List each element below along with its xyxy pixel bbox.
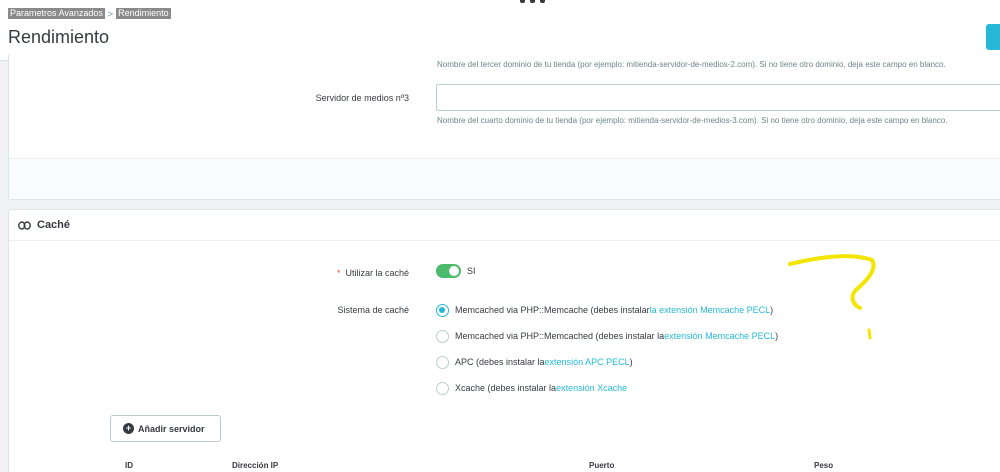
media-server-4-label: Servidor de medios nº3 [315, 93, 409, 103]
add-server-button[interactable]: + Añadir servidor [110, 415, 221, 442]
memcache-pecl-link[interactable]: la extensión Memcache PECL [650, 305, 771, 315]
breadcrumb-separator: > [107, 8, 114, 19]
use-cache-toggle[interactable] [436, 264, 461, 278]
required-marker: * [336, 268, 341, 278]
cache-option-memcached-radio[interactable] [436, 330, 449, 343]
cache-option-memcache: Memcached via PHP::Memcache (debes insta… [455, 305, 774, 315]
breadcrumb-parent-link[interactable]: Parametros Avanzados [8, 8, 105, 19]
use-cache-toggle-value: SI [467, 266, 476, 276]
media-server-4-input[interactable] [436, 84, 1000, 111]
plus-circle-icon: + [123, 423, 134, 434]
media-server-3-help: Nombre del tercer dominio de tu tienda (… [437, 60, 946, 69]
use-cache-label: * Utilizar la caché [337, 268, 409, 278]
panel-footer [9, 158, 1000, 199]
cache-option-apc: APC (debes instalar laextensión APC PECL… [455, 357, 633, 367]
add-server-label: Añadir servidor [138, 423, 205, 434]
use-cache-label-text: Utilizar la caché [345, 268, 409, 278]
cache-option-apc-radio[interactable] [436, 356, 449, 369]
cache-option-memcache-radio[interactable] [436, 304, 449, 317]
table-header-ip: Dirección IP [232, 461, 279, 470]
top-indicator [520, 0, 550, 4]
table-header-port: Puerto [589, 461, 615, 470]
page-title: Rendimiento [8, 27, 110, 47]
cache-panel-header: Caché [9, 210, 1000, 241]
link-icon [18, 220, 31, 230]
media-server-4-help: Nombre del cuarto dominio de tu tienda (… [437, 116, 948, 125]
question-mark-annotation [788, 254, 876, 340]
header-action-button[interactable] [986, 24, 1000, 50]
cache-option-memcached: Memcached via PHP::Memcached (debes inst… [455, 331, 779, 341]
header-bar: Parametros Avanzados > Rendimiento Rendi… [0, 0, 1000, 61]
cache-option-xcache-radio[interactable] [436, 382, 449, 395]
table-header-id: ID [125, 461, 133, 470]
cache-system-label: Sistema de caché [337, 305, 409, 315]
media-servers-panel [8, 55, 1000, 200]
cache-option-xcache: Xcache (debes instalar laextensión Xcach… [455, 383, 628, 393]
xcache-link[interactable]: extensión Xcache [556, 383, 627, 393]
table-header-weight: Peso [814, 461, 834, 470]
breadcrumb-current: Rendimiento [116, 8, 171, 19]
breadcrumb: Parametros Avanzados > Rendimiento [8, 8, 171, 19]
memcached-pecl-link[interactable]: extensión Memcache PECL [664, 331, 775, 341]
cache-panel-title: Caché [37, 219, 71, 231]
apc-pecl-link[interactable]: extensión APC PECL [545, 357, 630, 367]
